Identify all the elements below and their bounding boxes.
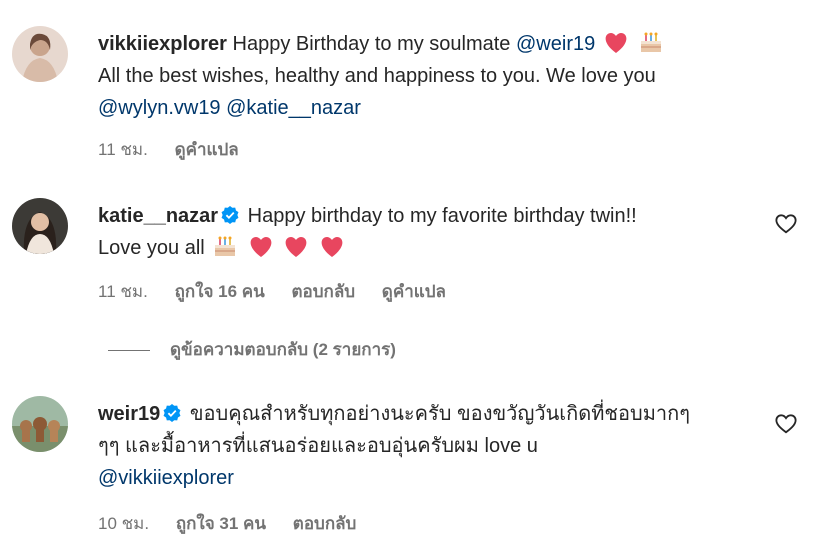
comment-text: Love you all <box>98 237 205 259</box>
comment-body: weir19 ขอบคุณสำหรับทุกอย่างนะครับ ของขวั… <box>98 398 738 494</box>
comment-body: katie__nazar Happy birthday to my favori… <box>98 200 738 264</box>
comment-meta: 11 ชม. ดูคำแปล <box>98 136 261 163</box>
avatar[interactable] <box>12 26 68 82</box>
translate-button[interactable]: ดูคำแปล <box>382 282 446 301</box>
comment-text: ขอบคุณสำหรับทุกอย่างนะครับ ของขวัญวันเกิ… <box>189 403 690 425</box>
comment-meta: 10 ชม. ถูกใจ 31 คน ตอบกลับ <box>98 510 378 537</box>
timestamp[interactable]: 11 ชม. <box>98 140 148 159</box>
username[interactable]: weir19 <box>98 403 160 425</box>
cake-emoji <box>641 32 662 52</box>
comment-text: ๆๆ และมื้อาหารที่แสนอร่อยและอบอุ่นครับผม… <box>98 435 538 457</box>
view-replies-label: ดูข้อความตอบกลับ (2 รายการ) <box>170 340 396 359</box>
translate-button[interactable]: ดูคำแปล <box>175 140 239 159</box>
timestamp[interactable]: 10 ชม. <box>98 514 149 533</box>
verified-badge-icon <box>221 206 239 224</box>
like-heart-icon[interactable] <box>775 413 797 435</box>
likes-count[interactable]: ถูกใจ 16 คน <box>175 282 265 301</box>
mention-link[interactable]: @weir19 <box>516 33 595 55</box>
comment-text: Happy birthday to my favorite birthday t… <box>247 205 637 227</box>
divider-line <box>108 350 150 352</box>
like-heart-icon[interactable] <box>775 213 797 235</box>
username[interactable]: katie__nazar <box>98 205 218 227</box>
view-replies-button[interactable]: ดูข้อความตอบกลับ (2 รายการ) <box>108 336 396 363</box>
cake-emoji <box>215 236 236 256</box>
mention-link[interactable]: @vikkiiexplorer <box>98 467 234 489</box>
username[interactable]: vikkiiexplorer <box>98 33 227 55</box>
timestamp[interactable]: 11 ชม. <box>98 282 148 301</box>
heart-emoji <box>605 33 627 53</box>
avatar[interactable] <box>12 198 68 254</box>
avatar[interactable] <box>12 396 68 452</box>
avatar-image <box>12 26 68 82</box>
verified-badge-icon <box>163 404 181 422</box>
comment-text: Happy Birthday to my soulmate <box>232 33 511 55</box>
comment-meta: 11 ชม. ถูกใจ 16 คน ตอบกลับ ดูคำแปล <box>98 278 468 305</box>
mention-link[interactable]: @wylyn.vw19 <box>98 97 221 119</box>
reply-button[interactable]: ตอบกลับ <box>292 282 356 301</box>
likes-count[interactable]: ถูกใจ 31 คน <box>176 514 266 533</box>
mention-link[interactable]: @katie__nazar <box>226 97 361 119</box>
heart-emoji <box>321 237 343 257</box>
reply-button[interactable]: ตอบกลับ <box>293 514 357 533</box>
comment-text: All the best wishes, healthy and happine… <box>98 65 656 87</box>
comment-body: vikkiiexplorer Happy Birthday to my soul… <box>98 28 738 124</box>
avatar-image <box>12 198 68 254</box>
heart-emoji <box>286 237 307 257</box>
avatar-image <box>12 396 68 452</box>
heart-emoji <box>250 237 272 257</box>
